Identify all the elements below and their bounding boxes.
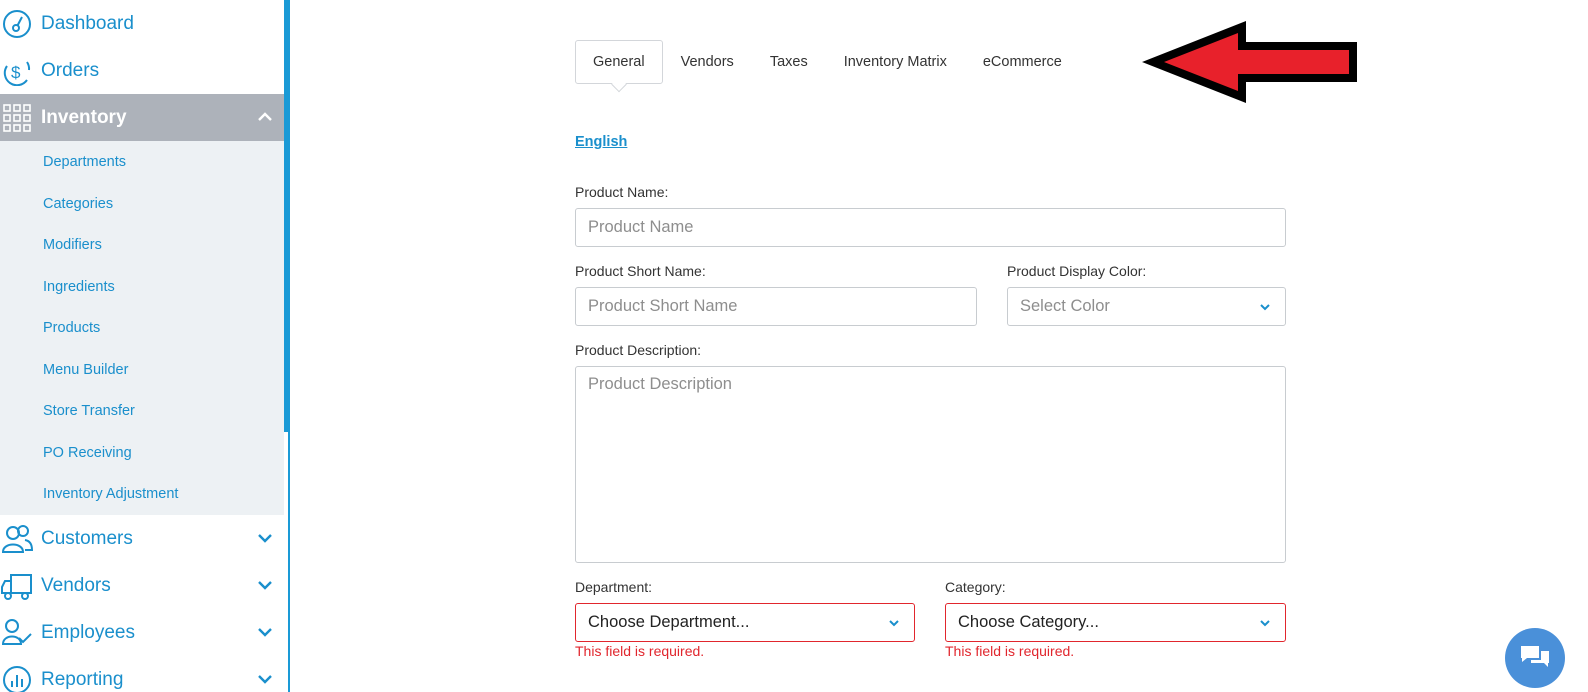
product-display-color-select[interactable]: Select Color <box>1007 287 1286 326</box>
nav-label: Inventory <box>41 106 127 128</box>
dollar-refresh-icon: $ <box>0 54 34 88</box>
product-description-textarea[interactable] <box>575 366 1286 563</box>
submenu-item-po-receiving[interactable]: PO Receiving <box>43 445 132 461</box>
chat-bubbles-icon <box>1521 646 1549 667</box>
product-name-label: Product Name: <box>575 184 669 200</box>
submenu-item-categories[interactable]: Categories <box>43 196 113 212</box>
submenu-item-menu-builder[interactable]: Menu Builder <box>43 362 128 378</box>
users-icon <box>0 522 34 556</box>
select-value: Choose Department... <box>588 613 750 631</box>
submenu-item-ingredients[interactable]: Ingredients <box>43 279 115 295</box>
nav-vendors[interactable]: Vendors <box>0 562 284 609</box>
product-description-label: Product Description: <box>575 342 702 358</box>
chevron-down-icon <box>258 581 272 590</box>
category-error-text: This field is required. <box>945 643 1075 659</box>
submenu-item-products[interactable]: Products <box>43 320 100 336</box>
nav-inventory[interactable]: Inventory <box>0 94 284 141</box>
tab-inventory-matrix[interactable]: Inventory Matrix <box>826 40 965 84</box>
submenu-item-store-transfer[interactable]: Store Transfer <box>43 403 135 419</box>
department-select[interactable]: Choose Department... <box>575 603 915 642</box>
department-label: Department: <box>575 579 653 595</box>
category-select[interactable]: Choose Category... <box>945 603 1286 642</box>
tab-vendors[interactable]: Vendors <box>663 40 752 84</box>
select-value: Select Color <box>1020 297 1110 315</box>
nav-label: Dashboard <box>41 12 134 34</box>
nav-employees[interactable]: Employees <box>0 609 284 656</box>
inventory-submenu: Departments Categories Modifiers Ingredi… <box>0 141 284 515</box>
tab-taxes[interactable]: Taxes <box>752 40 826 84</box>
nav-orders[interactable]: $ Orders <box>0 47 284 94</box>
chevron-down-icon <box>258 534 272 543</box>
chart-icon <box>0 663 34 692</box>
chevron-down-icon <box>1260 620 1270 627</box>
product-display-color-label: Product Display Color: <box>1007 263 1147 279</box>
chevron-down-icon <box>889 620 899 627</box>
product-name-input[interactable] <box>575 208 1286 247</box>
annotation-arrow <box>1142 21 1357 103</box>
submenu-item-inventory-adjustment[interactable]: Inventory Adjustment <box>43 486 178 502</box>
employee-icon <box>0 616 34 650</box>
nav-customers[interactable]: Customers <box>0 515 284 562</box>
select-value: Choose Category... <box>958 613 1099 631</box>
truck-icon <box>0 569 34 603</box>
department-error-text: This field is required. <box>575 643 705 659</box>
language-link-english[interactable]: English <box>575 134 627 150</box>
nav-label: Vendors <box>41 574 111 596</box>
sidebar-divider <box>288 432 290 692</box>
nav-reporting[interactable]: Reporting <box>0 656 284 692</box>
submenu-item-modifiers[interactable]: Modifiers <box>43 237 102 253</box>
product-tabs: General Vendors Taxes Inventory Matrix e… <box>575 40 1080 86</box>
tab-general[interactable]: General <box>575 40 663 84</box>
nav-label: Employees <box>41 621 135 643</box>
category-label: Category: <box>945 579 1006 595</box>
chevron-up-icon <box>258 112 272 121</box>
dashboard-gauge-icon <box>0 7 34 41</box>
svg-text:$: $ <box>11 63 21 82</box>
chevron-down-icon <box>258 675 272 684</box>
sidebar: Dashboard $ Orders Inventory Departments… <box>0 0 284 692</box>
nav-label: Orders <box>41 59 100 81</box>
tab-ecommerce[interactable]: eCommerce <box>965 40 1080 84</box>
nav-label: Reporting <box>41 668 124 690</box>
nav-dashboard[interactable]: Dashboard <box>0 0 284 47</box>
chevron-down-icon <box>258 628 272 637</box>
chevron-down-icon <box>1260 304 1270 311</box>
sidebar-scrollbar[interactable] <box>284 0 290 432</box>
submenu-item-departments[interactable]: Departments <box>43 154 126 170</box>
grid-icon <box>0 101 34 135</box>
product-short-name-label: Product Short Name: <box>575 263 706 279</box>
nav-label: Customers <box>41 527 133 549</box>
chat-button[interactable] <box>1505 628 1565 688</box>
product-short-name-input[interactable] <box>575 287 977 326</box>
